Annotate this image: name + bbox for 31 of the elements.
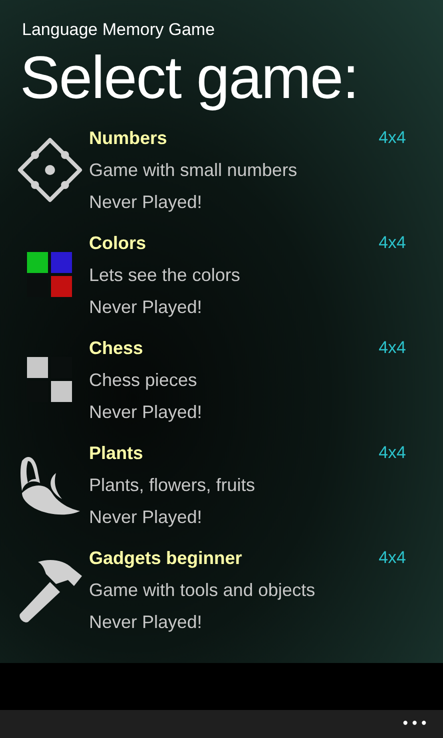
more-button[interactable]: ••• (401, 714, 429, 734)
game-list-item[interactable]: Plants 4x4 Plants, flowers, fruits Never Played! (10, 437, 421, 542)
game-description: Game with small numbers (89, 159, 298, 182)
grid-size: 4x4 (378, 442, 406, 464)
color-squares-icon (26, 252, 72, 298)
game-list-item[interactable]: Colors 4x4 Lets see the colors Never Played! (10, 227, 421, 332)
game-title: Gadgets beginner (89, 547, 242, 570)
game-list-item[interactable]: Chess 4x4 Chess pieces Never Played! (10, 332, 421, 437)
game-description: Plants, flowers, fruits (89, 474, 256, 497)
game-description: Chess pieces (89, 369, 198, 392)
dice-icon (16, 136, 84, 204)
game-status: Never Played! (89, 401, 204, 424)
game-status: Never Played! (89, 191, 204, 214)
game-list-item[interactable]: Gadgets beginner 4x4 Game with tools and objects Never Played! (10, 542, 421, 647)
game-title: Colors (89, 232, 146, 255)
game-description: Lets see the colors (89, 264, 242, 287)
checkerboard-icon (26, 357, 72, 403)
page-title: Select game: (20, 43, 360, 113)
game-description: Game with tools and objects (89, 579, 316, 602)
game-status: Never Played! (89, 296, 204, 319)
app-title: Language Memory Game (22, 19, 216, 41)
game-title: Plants (89, 442, 144, 465)
game-list-item[interactable]: Numbers 4x4 Game with small numbers Never Played! (10, 122, 421, 227)
grid-size: 4x4 (378, 127, 406, 149)
grid-size: 4x4 (378, 337, 406, 359)
game-status: Never Played! (89, 611, 204, 634)
game-title: Numbers (89, 127, 168, 150)
game-title: Chess (89, 337, 144, 360)
grid-size: 4x4 (378, 547, 406, 569)
game-status: Never Played! (89, 506, 204, 529)
grid-size: 4x4 (378, 232, 406, 254)
